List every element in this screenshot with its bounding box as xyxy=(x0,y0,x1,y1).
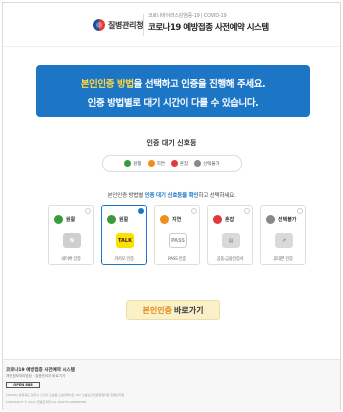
red-dot-icon xyxy=(170,160,178,167)
status-indicator: 혼잡 xyxy=(213,215,234,224)
status-dot-icon xyxy=(107,215,116,224)
banner-line-2: 인증 방법별로 대기 시간이 다를 수 있습니다. xyxy=(87,98,259,109)
status-indicator: 선택불가 xyxy=(266,215,296,224)
gray-dot-icon xyxy=(194,160,202,167)
banner-line-1: 본인인증 방법을 선택하고 인증을 진행해 주세요. xyxy=(36,76,310,90)
green-dot-icon xyxy=(124,160,132,167)
auth-card-naver[interactable]: 원활 N 네이버 인증 xyxy=(48,205,94,265)
page-frame: 질병관리청 코로나바이러스감염증-19 | COVID-19 코로나19 예방접… xyxy=(2,2,341,411)
auth-card-caption: 카카오 인증 xyxy=(114,257,134,262)
legend-item: 원활 xyxy=(124,160,142,167)
legend-label: 지연 xyxy=(156,161,165,167)
status-indicator: 원활 xyxy=(54,215,75,224)
status-indicator: 원활 xyxy=(107,215,128,224)
signal-title: 인증 대기 신호등 xyxy=(146,139,197,147)
footer: 코로나19 예방접종 사전예약 시스템 개인정보처리방침 · 접종관리자 바로가… xyxy=(3,359,340,411)
info-banner: 본인인증 방법을 선택하고 인증을 진행해 주세요. 인증 방법별로 대기 시간… xyxy=(36,65,310,117)
auth-card-caption: PASS 인증 xyxy=(168,257,186,262)
legend-label: 혼잡 xyxy=(179,161,189,167)
go-button-highlight: 본인인증 xyxy=(142,305,172,315)
page-title: 코로나19 예방접종 사전예약 시스템 xyxy=(148,23,269,33)
legend-item: 지연 xyxy=(147,160,165,167)
logo-text: 질병관리청 xyxy=(108,20,144,30)
kdca-logo[interactable]: 질병관리청 xyxy=(93,19,144,31)
kakao-talk-logo-icon: TALK xyxy=(116,233,134,248)
auth-card-caption: 네이버 인증 xyxy=(61,257,81,262)
status-label: 혼잡 xyxy=(225,217,235,223)
certificate-icon: ▤ xyxy=(222,233,240,248)
kdca-emblem-icon xyxy=(93,19,105,31)
auth-card-caption: 공동·금융인증서 xyxy=(216,257,244,262)
open-badge[interactable]: OPEN 888 xyxy=(6,382,40,388)
footer-title: 코로나19 예방접종 사전예약 시스템 xyxy=(6,368,75,373)
auth-card-caption: 휴대폰 인증 xyxy=(273,257,293,262)
footer-address: (28159) 충청북도 청주시 흥덕구 오송읍 오송생명2로 187 오송보건… xyxy=(6,393,125,397)
radio-icon xyxy=(244,208,250,214)
radio-icon xyxy=(191,208,197,214)
auth-card-pass[interactable]: 지연 PASS PASS 인증 xyxy=(154,205,200,265)
auth-card-phone[interactable]: 선택불가 ↗ 휴대폰 인증 xyxy=(260,205,306,265)
status-label: 원활 xyxy=(66,217,76,223)
go-auth-button[interactable]: 본인인증 바로가기 xyxy=(126,300,220,320)
guide-highlight: 인증 대기 신호등을 확인 xyxy=(144,193,199,199)
radio-icon xyxy=(85,208,91,214)
signal-legend: 원활 지연 혼잡 선택불가 xyxy=(102,155,242,172)
selection-guide: 본인인증 방법별 인증 대기 신호등을 확인하고 선택하세요. xyxy=(3,191,340,199)
status-label: 원활 xyxy=(119,217,129,223)
status-label: 지연 xyxy=(172,217,182,223)
footer-copyright: COPYRIGHT © 2021 질병관리청 ALL RIGHTS RESERV… xyxy=(6,400,88,404)
go-button-label: 바로가기 xyxy=(174,305,204,315)
footer-links[interactable]: 개인정보처리방침 · 접종관리자 바로가기 xyxy=(6,374,65,379)
header: 질병관리청 코로나바이러스감염증-19 | COVID-19 코로나19 예방접… xyxy=(3,3,340,47)
status-indicator: 지연 xyxy=(160,215,181,224)
header-subtitle: 코로나바이러스감염증-19 | COVID-19 xyxy=(148,13,227,19)
legend-label: 선택불가 xyxy=(203,161,220,167)
legend-item: 선택불가 xyxy=(194,160,220,167)
legend-label: 원활 xyxy=(133,161,142,167)
radio-icon xyxy=(297,208,303,214)
banner-line-1-rest: 을 선택하고 인증을 진행해 주세요. xyxy=(133,79,266,90)
naver-logo-icon: N xyxy=(63,233,81,248)
guide-suffix: 하고 선택하세요. xyxy=(198,193,236,199)
header-divider xyxy=(143,14,144,36)
guide-prefix: 본인인증 방법별 xyxy=(107,193,144,199)
status-label: 선택불가 xyxy=(278,217,297,223)
banner-highlight: 본인인증 방법 xyxy=(80,79,134,90)
auth-method-list: 원활 N 네이버 인증 원활 TALK 카카오 인증 지연 PASS PASS … xyxy=(48,205,306,275)
status-dot-icon xyxy=(266,215,275,224)
orange-dot-icon xyxy=(147,160,155,167)
phone-auth-icon: ↗ xyxy=(275,233,293,248)
radio-icon xyxy=(138,208,144,214)
auth-card-certificate[interactable]: 혼잡 ▤ 공동·금융인증서 xyxy=(207,205,253,265)
auth-card-kakao[interactable]: 원활 TALK 카카오 인증 xyxy=(101,205,147,265)
status-dot-icon xyxy=(160,215,169,224)
legend-item: 혼잡 xyxy=(170,160,189,167)
status-dot-icon xyxy=(54,215,63,224)
status-dot-icon xyxy=(213,215,222,224)
pass-logo-icon: PASS xyxy=(169,233,187,248)
